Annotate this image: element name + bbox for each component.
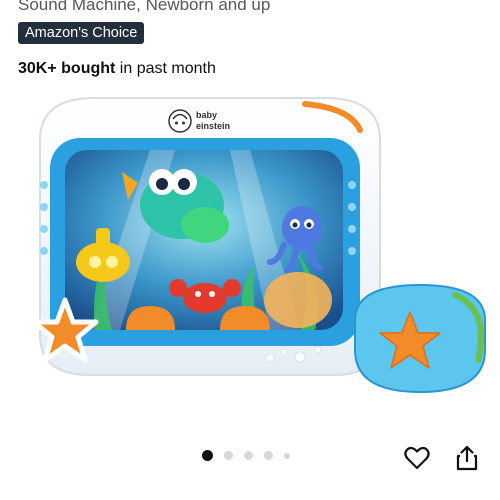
image-carousel-indicator[interactable]: [202, 450, 290, 461]
carousel-dot[interactable]: [244, 451, 253, 460]
share-icon: [456, 445, 478, 471]
carousel-dot[interactable]: [284, 452, 290, 459]
carousel-dot[interactable]: [202, 450, 213, 461]
product-subtitle: Sound Machine, Newborn and up: [18, 0, 271, 14]
share-button[interactable]: [450, 441, 484, 475]
purchase-count: 30K+ bought in past month: [18, 60, 216, 78]
purchase-count-bold: 30K+ bought: [18, 60, 116, 77]
carousel-dot[interactable]: [224, 451, 233, 460]
brand-line2: einstein: [196, 121, 230, 131]
wishlist-button[interactable]: [400, 441, 434, 475]
purchase-count-suffix: in past month: [115, 60, 216, 77]
brand-line1: baby: [196, 110, 217, 120]
product-image[interactable]: baby einstein: [0, 85, 500, 415]
heart-icon: [404, 446, 430, 470]
carousel-dot[interactable]: [264, 451, 273, 460]
amazons-choice-badge[interactable]: Amazon's Choice: [18, 22, 145, 44]
